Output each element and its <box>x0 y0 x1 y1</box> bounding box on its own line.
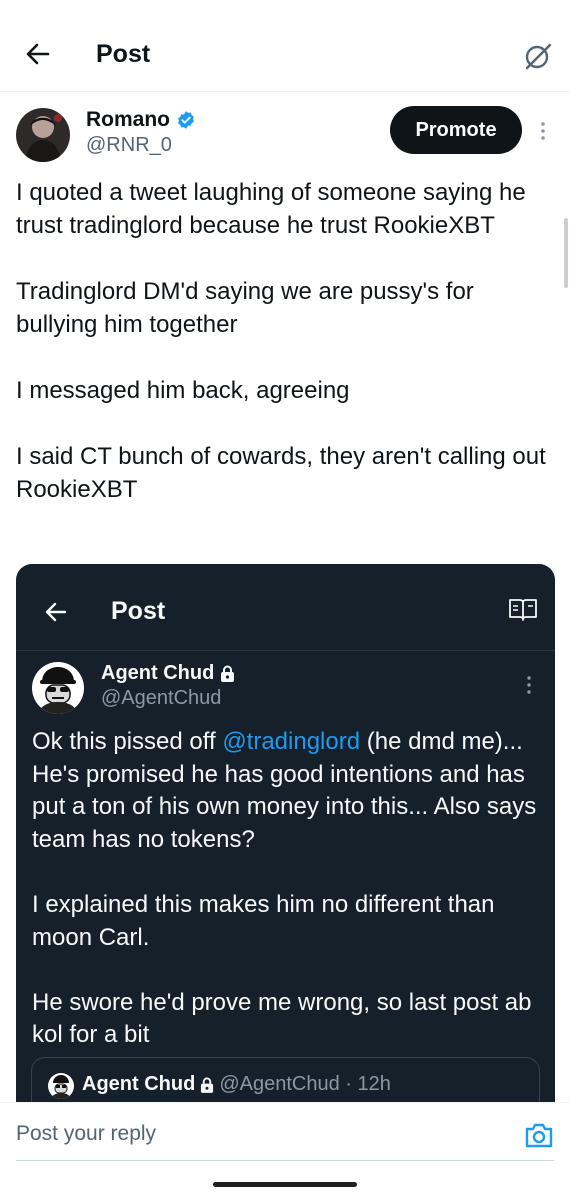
camera-icon[interactable] <box>524 1121 554 1149</box>
tweet-text: I quoted a tweet laughing of someone say… <box>16 179 546 503</box>
embed-para-3: He swore he'd prove me wrong, so last po… <box>32 988 532 1049</box>
quoted-author-name: Agent Chud <box>82 1073 196 1095</box>
author-name[interactable]: Romano <box>86 108 196 132</box>
more-options-icon[interactable] <box>536 120 550 142</box>
embed-para-1: Ok this pissed off @tradinglord (he dmd … <box>32 726 544 856</box>
page-title: Post <box>96 40 151 68</box>
author-handle[interactable]: @RNR_0 <box>86 134 172 157</box>
home-indicator[interactable] <box>213 1182 357 1187</box>
author-avatar[interactable] <box>16 108 70 162</box>
verified-badge-icon <box>178 111 194 129</box>
top-app-bar: Post <box>0 0 570 92</box>
embed-para-2: I explained this makes him no different … <box>32 890 495 951</box>
embed-author-avatar <box>32 662 84 714</box>
quoted-author-avatar <box>48 1073 74 1099</box>
embed-tweet-text: Ok this pissed off @tradinglord (he dmd … <box>32 726 544 1052</box>
tweet-media-image[interactable]: Post Agent Chud @AgentChud Ok this pisse… <box>16 564 555 1124</box>
author-name-text[interactable]: Romano <box>86 108 170 132</box>
back-arrow-icon[interactable] <box>22 38 54 70</box>
embed-back-arrow-icon <box>45 602 67 622</box>
promote-button[interactable]: Promote <box>390 106 522 154</box>
embed-author-name: Agent Chud <box>101 662 235 685</box>
embed-more-options-icon <box>527 676 531 694</box>
reply-input-underline <box>16 1160 554 1161</box>
embed-author-handle: @AgentChud <box>101 687 222 709</box>
quoted-lock-icon <box>201 1077 214 1093</box>
scrollbar-thumb[interactable] <box>564 218 568 288</box>
quoted-author-handle-time: @AgentChud · 12h <box>219 1073 391 1095</box>
quoted-post-header: Agent Chud @AgentChud · 12h <box>82 1073 391 1096</box>
reply-input[interactable]: Post your reply <box>16 1122 156 1146</box>
embed-reader-icon <box>509 599 537 621</box>
lock-icon <box>221 665 235 682</box>
embed-page-title: Post <box>111 597 166 625</box>
embed-text-before-mention: Ok this pissed off <box>32 728 223 755</box>
embed-divider <box>16 650 555 651</box>
embed-author-name-text: Agent Chud <box>101 662 215 684</box>
mention-link: @tradinglord <box>222 728 361 755</box>
grok-icon[interactable] <box>522 40 554 72</box>
